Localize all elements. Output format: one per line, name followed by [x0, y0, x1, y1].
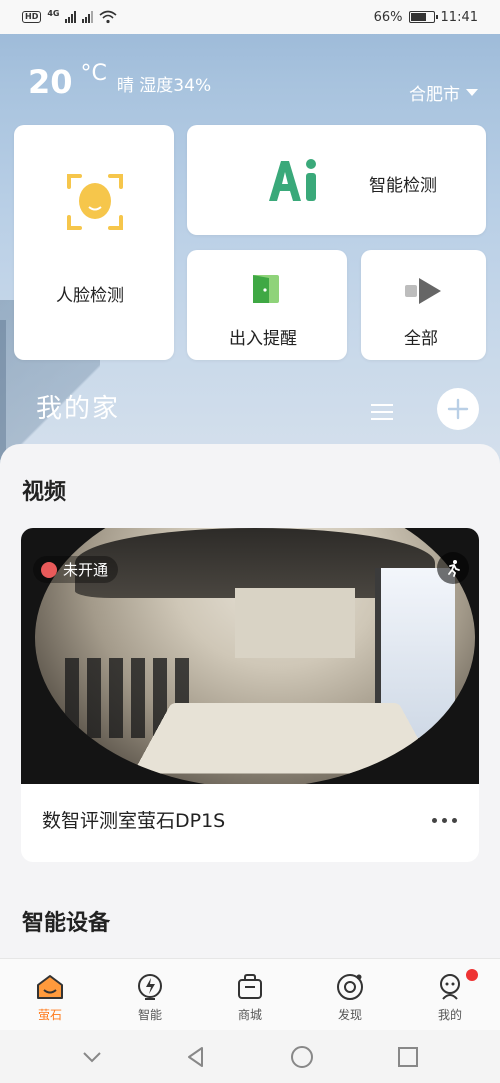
door-reminder-card[interactable]: 出入提醒: [187, 250, 347, 360]
signal-icon: [65, 11, 77, 23]
tab-label: 我的: [437, 1008, 462, 1022]
battery-percent: 66%: [373, 9, 403, 25]
tab-profile[interactable]: 我的: [400, 959, 500, 1030]
tab-label: 商城: [237, 1008, 262, 1022]
service-status-badge[interactable]: 未开通: [33, 556, 119, 583]
door-reminder-label: 出入提醒: [229, 329, 297, 349]
all-features-label: 全部: [404, 329, 438, 349]
ai-icon: [269, 159, 316, 201]
tab-mall[interactable]: 商城: [200, 959, 300, 1030]
video-section-title: 视频: [22, 480, 67, 505]
system-navigation-bar: [0, 1030, 500, 1083]
video-card[interactable]: 未开通 数智评测室萤石DP1S: [21, 528, 479, 862]
chevron-down-icon[interactable]: [82, 1050, 102, 1064]
battery-icon: [408, 11, 438, 23]
profile-icon: [440, 974, 460, 1000]
weather-condition: 晴 湿度34%: [116, 76, 212, 96]
arrow-right-icon: [405, 278, 441, 304]
service-status-label: 未开通: [63, 561, 109, 579]
bag-icon: [238, 974, 262, 999]
face-scan-icon: [67, 174, 123, 230]
tab-discover[interactable]: 发现: [300, 959, 400, 1030]
menu-icon[interactable]: [371, 404, 393, 420]
city-selector[interactable]: 合肥市: [409, 80, 478, 105]
bottom-tab-bar: 萤石 智能 商城 发现 我的: [0, 958, 500, 1030]
wifi-icon: [99, 10, 118, 24]
running-person-icon: [448, 560, 460, 577]
home-button-icon[interactable]: [290, 1045, 314, 1069]
face-detection-label: 人脸检测: [56, 286, 124, 306]
city-name: 合肥市: [409, 85, 460, 105]
tab-label: 萤石: [37, 1008, 62, 1022]
caret-down-icon: [466, 89, 478, 96]
status-bar: HD 4G 66% 11:41: [0, 0, 500, 34]
camera-preview[interactable]: 未开通: [21, 528, 479, 784]
tab-smart[interactable]: 智能: [100, 959, 200, 1030]
notification-dot: [466, 969, 478, 981]
device-name: 数智评测室萤石DP1S: [42, 810, 226, 832]
motion-detection-icon[interactable]: [437, 552, 469, 584]
tab-home[interactable]: 萤石: [0, 959, 100, 1030]
home-title: 我的家: [36, 394, 121, 424]
more-options-button[interactable]: [432, 818, 457, 823]
background-beam: [0, 320, 6, 460]
network-type: 4G: [47, 8, 60, 18]
temperature: 20: [28, 63, 73, 101]
tab-label: 智能: [137, 1008, 162, 1022]
plus-icon: [447, 398, 469, 420]
ai-detection-card[interactable]: 智能检测: [187, 125, 486, 235]
home-icon: [37, 975, 63, 999]
weather-info: 20 °C 晴 湿度34%: [28, 61, 212, 101]
cloud-icon: [41, 561, 57, 578]
bolt-icon: [138, 974, 162, 1000]
smart-devices-title: 智能设备: [22, 911, 111, 936]
ai-detection-label: 智能检测: [369, 176, 437, 196]
compass-icon: [337, 974, 363, 1000]
temperature-unit: °C: [80, 61, 107, 86]
clock: 11:41: [440, 9, 478, 25]
add-device-button[interactable]: [437, 388, 479, 430]
tab-label: 发现: [337, 1008, 362, 1022]
recent-apps-icon[interactable]: [397, 1046, 419, 1068]
face-detection-card[interactable]: 人脸检测: [14, 125, 174, 360]
all-features-card[interactable]: 全部: [361, 250, 486, 360]
signal-2-icon: [82, 11, 94, 23]
back-icon[interactable]: [185, 1046, 207, 1068]
door-icon: [253, 275, 279, 303]
hd-badge: HD: [22, 11, 42, 23]
